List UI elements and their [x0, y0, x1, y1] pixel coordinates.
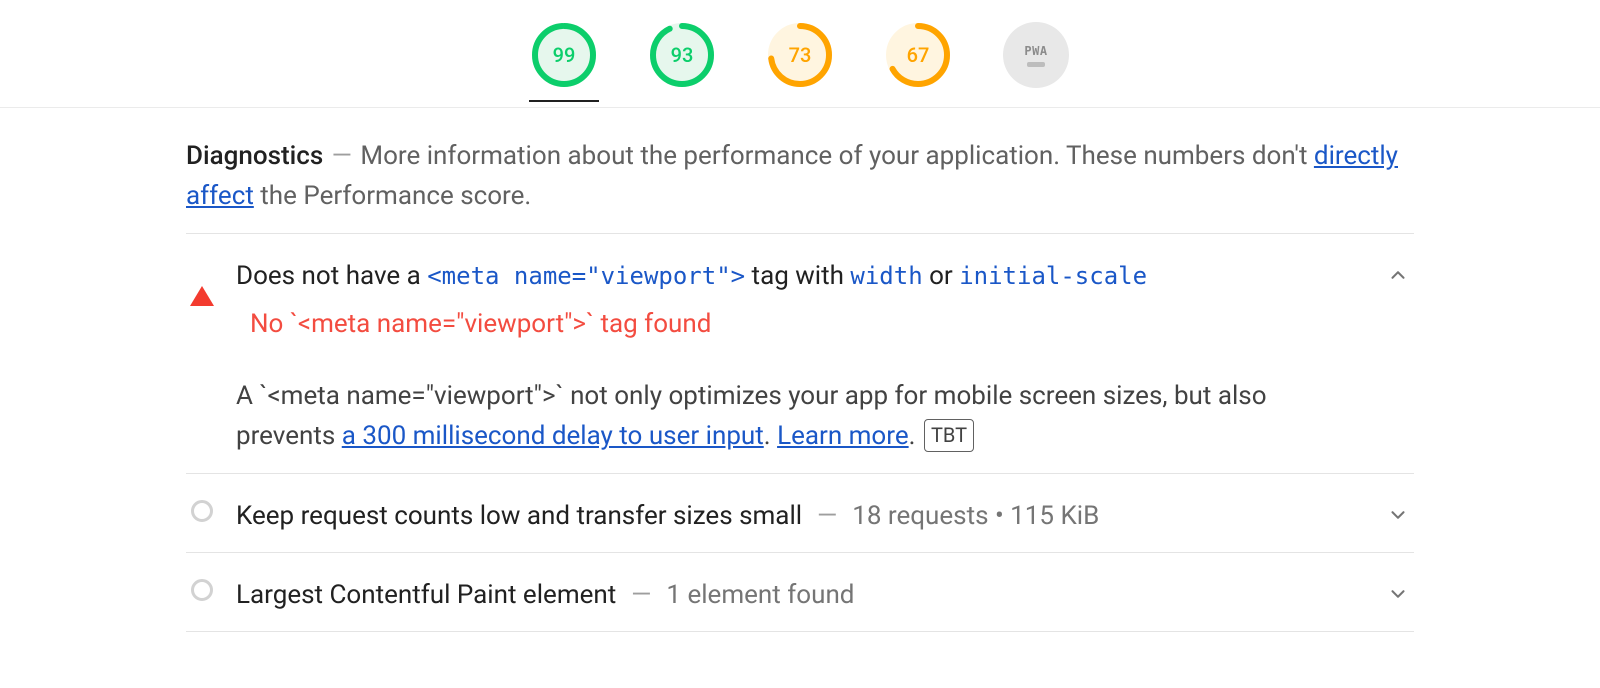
audit-title: Largest Contentful Paint element: [236, 580, 616, 610]
gauge-score: 93: [649, 22, 715, 88]
gauge-score: 73: [767, 22, 833, 88]
audit-error: No `<meta name="viewport">` tag found: [236, 304, 1364, 344]
fail-triangle-icon: [186, 256, 218, 306]
pwa-dash-icon: [1027, 62, 1045, 67]
audit-body: Keep request counts low and transfer siz…: [236, 496, 1364, 536]
link-300ms[interactable]: a 300 millisecond delay to user input: [342, 421, 764, 451]
chevron-down-icon[interactable]: [1382, 575, 1414, 605]
text: Does not have a: [236, 261, 427, 291]
chevron-up-icon[interactable]: [1382, 256, 1414, 286]
gauge-ring: 93: [649, 22, 715, 88]
report-body: Diagnostics — More information about the…: [170, 108, 1430, 632]
gauge-performance[interactable]: 99: [529, 22, 599, 102]
dash-separator: —: [625, 580, 665, 610]
audit-body: Largest Contentful Paint element — 1 ele…: [236, 575, 1364, 615]
code: width: [850, 262, 922, 290]
gauge-best-practices[interactable]: 73: [765, 22, 835, 89]
gauge-score: 99: [531, 22, 597, 88]
audit-title: Does not have a <meta name="viewport"> t…: [236, 256, 1364, 296]
text: .: [764, 421, 777, 451]
audit-viewport-meta[interactable]: Does not have a <meta name="viewport"> t…: [186, 234, 1414, 474]
score-gauges-row: 99 93 73 67 PWA: [0, 0, 1600, 108]
gauge-accessibility[interactable]: 93: [647, 22, 717, 89]
gauge-ring: 73: [767, 22, 833, 88]
gauge-ring: 67: [885, 22, 951, 88]
audit-summary: 1 element found: [666, 580, 854, 610]
audit-description: A `<meta name="viewport">` not only opti…: [236, 376, 1364, 457]
text: or: [923, 261, 960, 291]
diagnostics-header: Diagnostics — More information about the…: [186, 136, 1414, 234]
code: <meta name="viewport">: [427, 262, 745, 290]
audit-summary: 18 requests • 115 KiB: [852, 501, 1099, 531]
dash-separator: —: [811, 501, 851, 531]
dash-separator: —: [332, 141, 359, 171]
neutral-circle-icon: [186, 575, 218, 601]
pwa-label: PWA: [1024, 44, 1047, 58]
diagnostics-desc-prefix: More information about the performance o…: [360, 141, 1314, 171]
gauge-pwa[interactable]: PWA: [1001, 22, 1071, 89]
audit-request-counts[interactable]: Keep request counts low and transfer siz…: [186, 474, 1414, 553]
gauge-ring: 99: [531, 22, 597, 88]
neutral-circle-icon: [186, 496, 218, 522]
audit-title: Keep request counts low and transfer siz…: [236, 501, 802, 531]
gauge-seo[interactable]: 67: [883, 22, 953, 89]
code: initial-scale: [959, 262, 1147, 290]
audit-body: Does not have a <meta name="viewport"> t…: [236, 256, 1364, 457]
text: .: [909, 421, 922, 451]
tbt-badge: TBT: [924, 419, 974, 452]
audit-lcp-element[interactable]: Largest Contentful Paint element — 1 ele…: [186, 553, 1414, 632]
chevron-down-icon[interactable]: [1382, 496, 1414, 526]
gauge-score: 67: [885, 22, 951, 88]
pwa-badge: PWA: [1003, 22, 1069, 88]
diagnostics-desc-suffix: the Performance score.: [260, 181, 531, 211]
diagnostics-title: Diagnostics: [186, 141, 323, 171]
text: tag with: [745, 261, 850, 291]
link-learn-more[interactable]: Learn more: [777, 421, 909, 451]
